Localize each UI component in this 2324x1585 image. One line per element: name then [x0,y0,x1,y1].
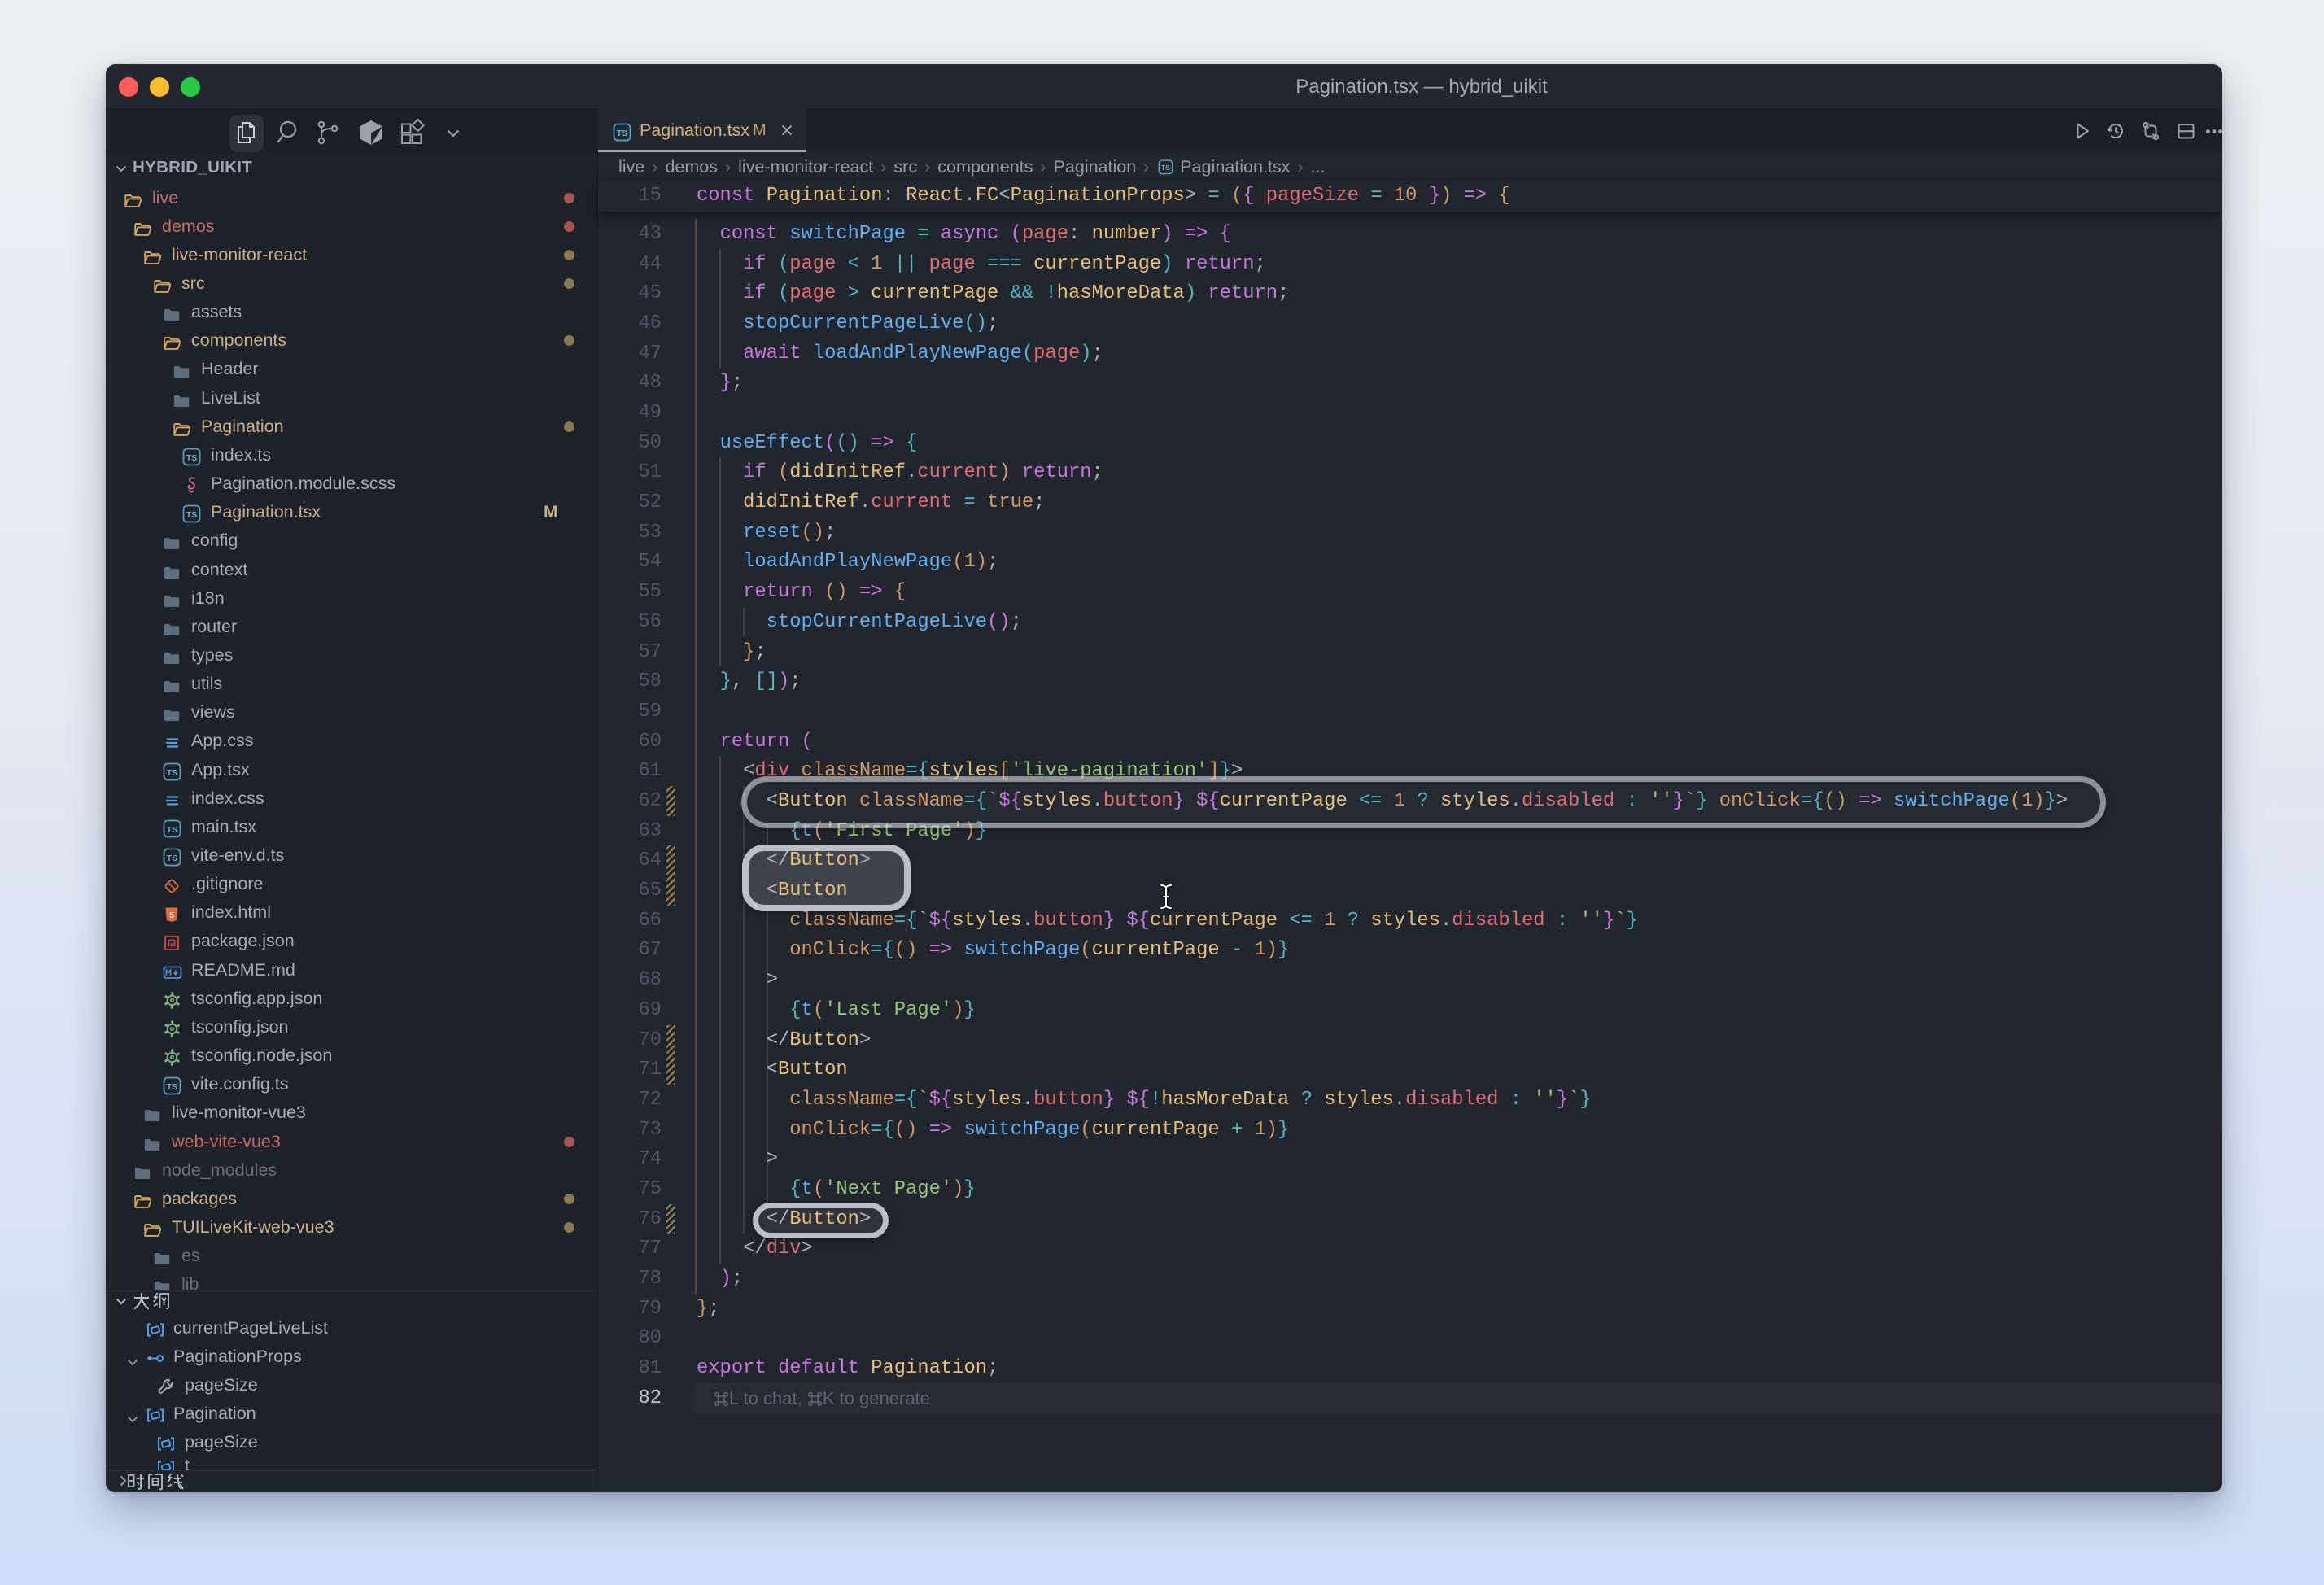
svg-text:TS: TS [167,854,177,863]
svg-text:TS: TS [186,510,197,520]
svg-text:TS: TS [167,825,177,835]
svg-text:TS: TS [167,1082,177,1092]
svg-text:5: 5 [169,911,174,920]
svg-text:TS: TS [617,129,627,138]
svg-text:TS: TS [1161,164,1170,172]
svg-text:TS: TS [186,453,197,463]
svg-text:TS: TS [167,767,177,777]
